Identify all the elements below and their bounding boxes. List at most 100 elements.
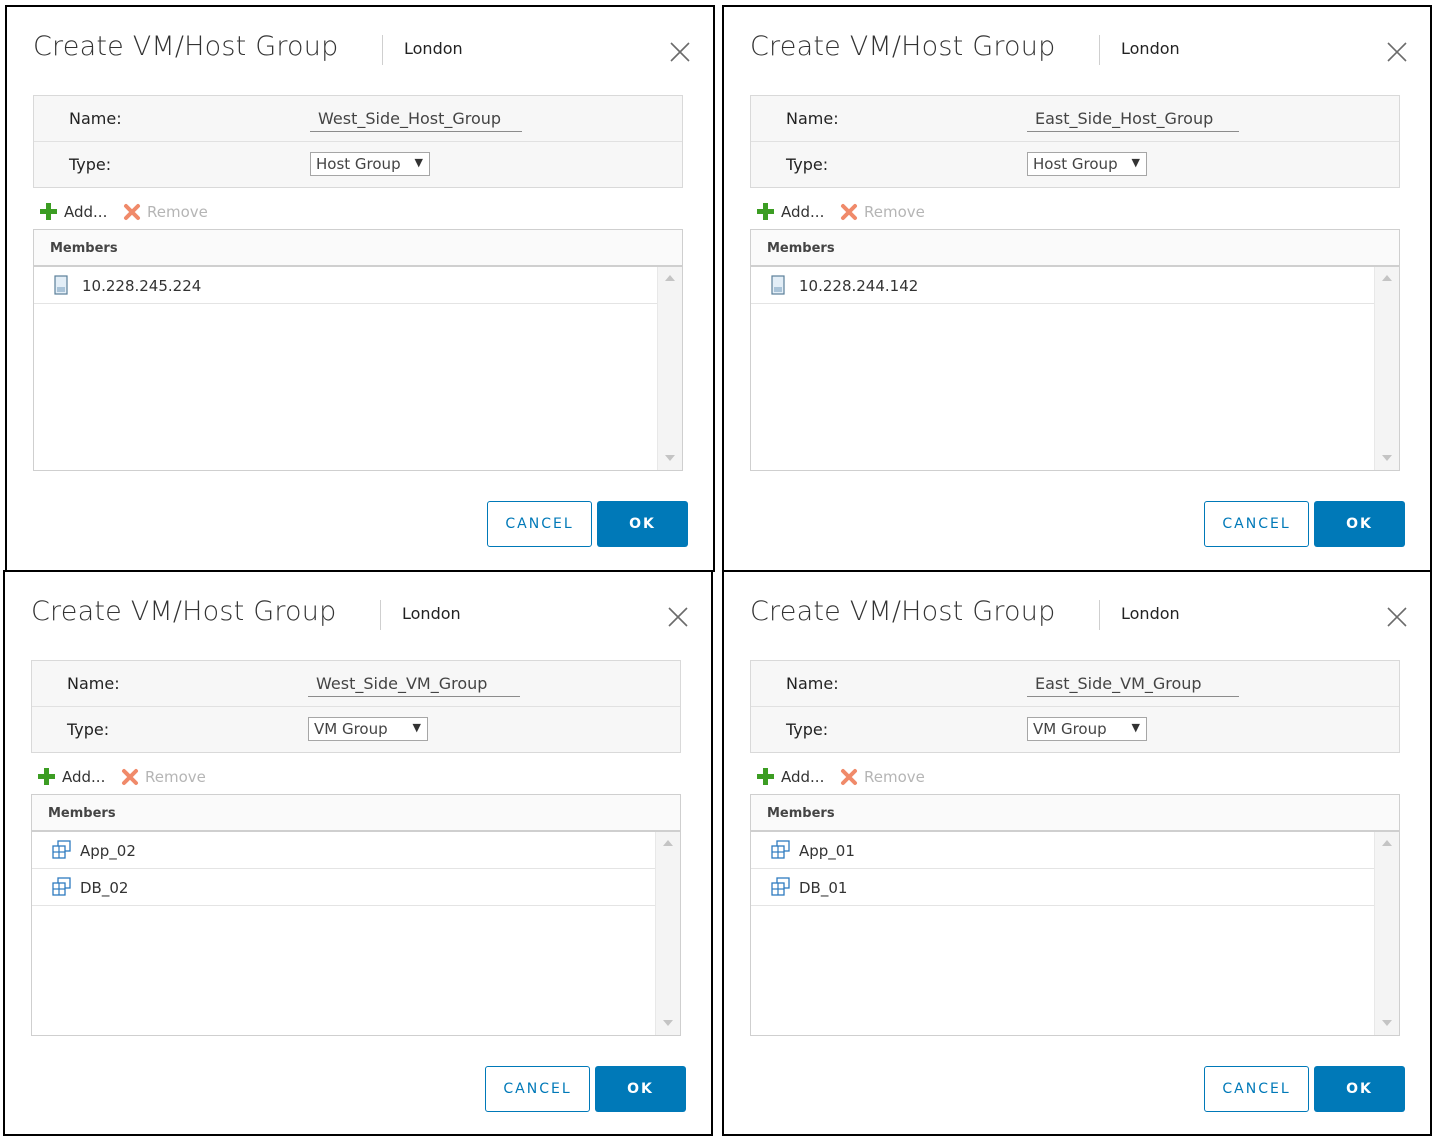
name-label: Name: — [786, 109, 839, 128]
member-row[interactable]: App_01 — [751, 832, 1374, 869]
ok-button[interactable]: OK — [597, 501, 688, 547]
members-column-header[interactable]: Members — [50, 241, 118, 256]
title-divider — [382, 35, 383, 65]
plus-icon — [756, 202, 775, 225]
name-row: Name: — [34, 96, 682, 142]
members-column-header[interactable]: Members — [767, 806, 835, 821]
remove-button[interactable]: Remove — [123, 201, 215, 223]
dialog-title: Create VM/Host Group — [750, 596, 1056, 627]
close-icon[interactable] — [667, 606, 689, 628]
add-button-label: Add... — [781, 768, 825, 786]
remove-icon — [840, 203, 858, 225]
name-field[interactable] — [1027, 105, 1239, 132]
type-select[interactable]: Host Group ▼ — [310, 152, 430, 176]
vertical-scrollbar[interactable] — [655, 832, 680, 1035]
type-row: Type: VM Group ▼ — [32, 707, 680, 753]
add-button[interactable]: Add... — [37, 766, 117, 788]
context-label: London — [402, 604, 461, 623]
member-row[interactable]: DB_01 — [751, 869, 1374, 906]
remove-button[interactable]: Remove — [840, 766, 932, 788]
scroll-down-icon[interactable] — [1382, 455, 1392, 461]
context-label: London — [1121, 39, 1180, 58]
scroll-down-icon[interactable] — [663, 1020, 673, 1026]
member-name: DB_01 — [799, 879, 848, 897]
member-row[interactable]: 10.228.245.224 — [34, 267, 657, 304]
vertical-scrollbar[interactable] — [657, 267, 682, 470]
ok-button[interactable]: OK — [1314, 501, 1405, 547]
type-select-value: Host Group — [316, 155, 401, 173]
members-grid-header: Members — [751, 230, 1399, 267]
member-row[interactable]: App_02 — [32, 832, 655, 869]
plus-icon — [756, 767, 775, 790]
create-group-dialog: Create VM/Host Group London Name: Type: … — [722, 5, 1432, 572]
remove-button[interactable]: Remove — [121, 766, 213, 788]
type-select-value: VM Group — [1033, 720, 1107, 738]
close-icon[interactable] — [669, 41, 691, 63]
remove-button-label: Remove — [145, 768, 206, 786]
scroll-up-icon[interactable] — [663, 840, 673, 846]
add-button-label: Add... — [62, 768, 106, 786]
type-row: Type: Host Group ▼ — [751, 142, 1399, 188]
name-field[interactable] — [308, 670, 520, 697]
type-label: Type: — [67, 720, 110, 739]
name-row: Name: — [32, 661, 680, 707]
cancel-button[interactable]: CANCEL — [1204, 1066, 1309, 1112]
name-label: Name: — [69, 109, 122, 128]
context-label: London — [404, 39, 463, 58]
dialog-title: Create VM/Host Group — [33, 31, 339, 62]
members-grid-header: Members — [34, 230, 682, 267]
members-grid-body: App_02 DB_02 — [32, 832, 655, 1035]
remove-button-label: Remove — [147, 203, 208, 221]
type-select[interactable]: Host Group ▼ — [1027, 152, 1147, 176]
title-divider — [1099, 600, 1100, 630]
name-field[interactable] — [310, 105, 522, 132]
cancel-button[interactable]: CANCEL — [485, 1066, 590, 1112]
title-divider — [1099, 35, 1100, 65]
create-group-dialog: Create VM/Host Group London Name: Type: … — [5, 5, 715, 572]
members-column-header[interactable]: Members — [48, 806, 116, 821]
name-field[interactable] — [1027, 670, 1239, 697]
add-button-label: Add... — [781, 203, 825, 221]
type-select-value: VM Group — [314, 720, 388, 738]
members-column-header[interactable]: Members — [767, 241, 835, 256]
add-button-label: Add... — [64, 203, 108, 221]
member-row[interactable]: DB_02 — [32, 869, 655, 906]
type-select[interactable]: VM Group ▼ — [308, 717, 428, 741]
scroll-down-icon[interactable] — [665, 455, 675, 461]
dropdown-arrow-icon: ▼ — [412, 721, 421, 734]
member-row[interactable]: 10.228.244.142 — [751, 267, 1374, 304]
members-grid: Members App_02 DB_02 — [31, 794, 681, 1036]
vm-icon — [52, 877, 72, 901]
create-group-dialog: Create VM/Host Group London Name: Type: … — [3, 570, 713, 1136]
remove-button-label: Remove — [864, 768, 925, 786]
cancel-button[interactable]: CANCEL — [1204, 501, 1309, 547]
scroll-down-icon[interactable] — [1382, 1020, 1392, 1026]
ok-button[interactable]: OK — [595, 1066, 686, 1112]
remove-button[interactable]: Remove — [840, 201, 932, 223]
name-label: Name: — [786, 674, 839, 693]
plus-icon — [39, 202, 58, 225]
plus-icon — [37, 767, 56, 790]
type-select[interactable]: VM Group ▼ — [1027, 717, 1147, 741]
add-button[interactable]: Add... — [756, 766, 836, 788]
scroll-up-icon[interactable] — [1382, 840, 1392, 846]
add-button[interactable]: Add... — [756, 201, 836, 223]
ok-button[interactable]: OK — [1314, 1066, 1405, 1112]
scroll-up-icon[interactable] — [1382, 275, 1392, 281]
properties-panel: Name: Type: VM Group ▼ — [750, 660, 1400, 753]
member-name: App_02 — [80, 842, 136, 860]
vm-icon — [771, 840, 791, 864]
scroll-up-icon[interactable] — [665, 275, 675, 281]
member-name: 10.228.244.142 — [799, 277, 919, 295]
dropdown-arrow-icon: ▼ — [1131, 156, 1140, 169]
members-grid: Members App_01 DB_01 — [750, 794, 1400, 1036]
close-icon[interactable] — [1386, 606, 1408, 628]
close-icon[interactable] — [1386, 41, 1408, 63]
type-select-value: Host Group — [1033, 155, 1118, 173]
vertical-scrollbar[interactable] — [1374, 832, 1399, 1035]
name-row: Name: — [751, 96, 1399, 142]
cancel-button[interactable]: CANCEL — [487, 501, 592, 547]
vertical-scrollbar[interactable] — [1374, 267, 1399, 470]
add-button[interactable]: Add... — [39, 201, 119, 223]
members-grid: Members 10.228.245.224 — [33, 229, 683, 471]
